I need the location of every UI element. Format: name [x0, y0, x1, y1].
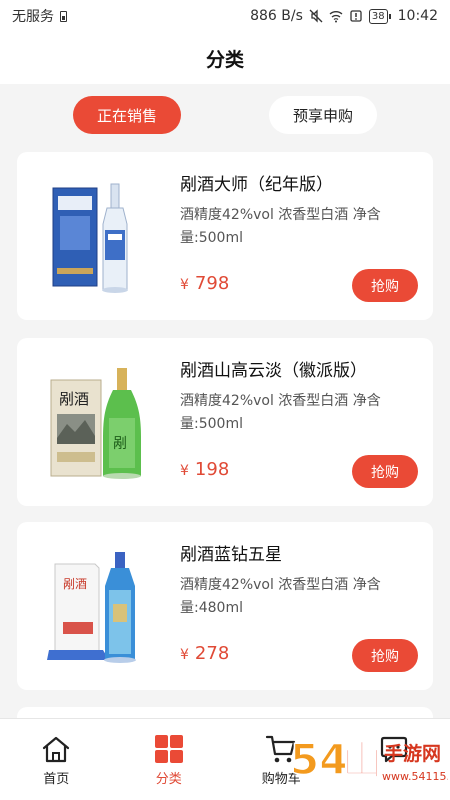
network-speed: 886 B/s — [250, 8, 303, 24]
sale-tabs: 正在销售 预享申购 — [0, 84, 450, 146]
product-image: 剐酒 剐 — [50, 368, 141, 479]
price-value: 278 — [194, 643, 230, 664]
sim-icon — [60, 10, 67, 22]
currency-symbol: ¥ — [180, 463, 189, 479]
category-grid-icon — [154, 735, 183, 763]
buy-button[interactable]: 抢购 — [352, 269, 418, 302]
currency-symbol: ¥ — [180, 647, 189, 663]
price-value: 798 — [194, 273, 230, 294]
product-name: 剐酒蓝钻五星 — [180, 545, 282, 565]
tab-pre-order[interactable]: 预享申购 — [269, 96, 377, 134]
tabbar-label: 首页 — [43, 772, 70, 787]
svg-text:54: 54 — [290, 735, 348, 784]
alert-icon — [350, 10, 362, 22]
tabbar-item-category[interactable]: 分类 — [113, 719, 226, 800]
product-card[interactable]: 剐酒大师（纪年版） 酒精度42%vol 浓香型白酒 净含量:500ml ¥798… — [17, 152, 433, 320]
product-image: 剐酒 — [47, 552, 136, 663]
svg-text:剐酒: 剐酒 — [59, 390, 89, 408]
svg-text:手游网: 手游网 — [384, 742, 441, 765]
product-price: ¥198 — [180, 459, 229, 480]
product-card[interactable]: 剐酒 剐 剐酒山高云淡（徽派版） 酒精度42%vol 浓香型白酒 净含量:500… — [17, 338, 433, 506]
product-description: 酒精度42%vol 浓香型白酒 净含量:500ml — [180, 393, 381, 432]
product-image — [52, 183, 128, 293]
product-name: 剐酒大师（纪年版） — [180, 175, 333, 195]
product-description: 酒精度42%vol 浓香型白酒 净含量:480ml — [180, 577, 381, 616]
watermark-logo: 54 山 手游网 www.54115.cn — [289, 734, 448, 785]
svg-text:www.54115.cn: www.54115.cn — [382, 770, 448, 783]
carrier-text: 无服务 — [12, 9, 54, 25]
currency-symbol: ¥ — [180, 277, 189, 293]
clock: 10:42 — [397, 8, 438, 24]
page-title: 分类 — [205, 48, 244, 71]
svg-text:剐: 剐 — [113, 436, 127, 452]
product-card[interactable]: 剐酒 剐酒蓝钻五星 酒精度42%vol 浓香型白酒 净含量:480ml ¥278… — [17, 522, 433, 690]
svg-text:剐酒: 剐酒 — [63, 577, 87, 591]
buy-button[interactable]: 抢购 — [352, 639, 418, 672]
battery-icon: 38 — [368, 8, 391, 24]
buy-button[interactable]: 抢购 — [352, 455, 418, 488]
product-name: 剐酒山高云淡（徽派版） — [180, 361, 367, 381]
battery-level: 38 — [371, 10, 385, 22]
home-icon — [43, 736, 70, 763]
status-bar: 无服务 886 B/s 38 10:42 — [0, 0, 450, 32]
tab-on-sale[interactable]: 正在销售 — [73, 96, 181, 134]
product-price: ¥798 — [180, 273, 229, 294]
mute-icon — [309, 9, 323, 23]
product-description: 酒精度42%vol 浓香型白酒 净含量:500ml — [180, 207, 381, 246]
wifi-icon — [329, 11, 343, 23]
tabbar-label: 分类 — [155, 772, 182, 787]
product-price: ¥278 — [180, 643, 229, 664]
page-header: 分类 — [0, 32, 450, 84]
svg-text:山: 山 — [342, 738, 382, 784]
price-value: 198 — [194, 459, 230, 480]
tabbar-item-home[interactable]: 首页 — [0, 719, 113, 800]
